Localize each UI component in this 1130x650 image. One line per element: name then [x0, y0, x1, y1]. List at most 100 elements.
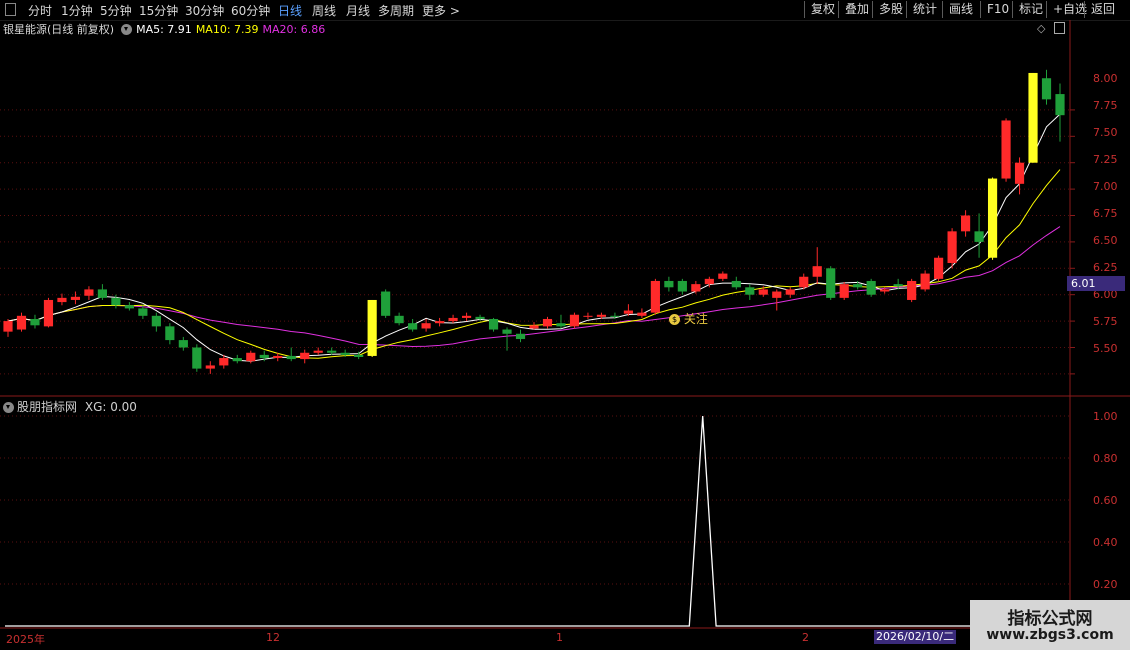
candle-body [84, 289, 94, 296]
watermark-title: 指标公式网 [1007, 609, 1093, 629]
candle-body [43, 299, 54, 327]
price-tick: 7.50 [1093, 126, 1118, 139]
candle-body [974, 231, 984, 242]
candle-body [246, 352, 256, 362]
attention-label: 关注 [683, 312, 708, 326]
candle-body [178, 340, 188, 348]
date-label: 2 [802, 631, 809, 644]
candle-body [650, 280, 660, 313]
candle-body [583, 315, 593, 317]
candle-body [556, 323, 566, 327]
current-price-tag: 6.01 [1067, 276, 1125, 291]
candle-body [259, 354, 269, 359]
candle-body [354, 354, 364, 357]
watermark-url: www.zbgs3.com [986, 627, 1114, 643]
candle-body [1014, 162, 1025, 184]
indicator-tick: 0.60 [1093, 494, 1118, 507]
indicator-lines [5, 415, 1065, 627]
candle-body [151, 315, 161, 327]
candle-body [1001, 120, 1011, 179]
indicator-dropdown-icon[interactable] [3, 402, 14, 413]
candle-body [1028, 72, 1038, 163]
candle-body [947, 231, 957, 264]
candle-body [3, 321, 13, 332]
candle-body [488, 318, 499, 330]
candle-body [367, 299, 377, 356]
candle-body [421, 323, 431, 329]
candle-body [704, 278, 714, 285]
candle-body [502, 329, 512, 334]
candle-body [596, 314, 607, 317]
candle-body [637, 312, 647, 316]
indicator-tick: 1.00 [1093, 410, 1118, 423]
indicator-tick: 0.40 [1093, 536, 1118, 549]
candle-body [57, 297, 67, 303]
candle-body [16, 315, 27, 330]
candle-body [987, 178, 998, 258]
candlestick-chart [0, 20, 1130, 645]
candle-body [461, 315, 472, 318]
candle-body [880, 289, 890, 292]
candles [3, 69, 1065, 374]
candle-body [1041, 78, 1052, 100]
candle-body [124, 305, 134, 309]
candle-body [839, 284, 849, 298]
indicator-tick: 0.20 [1093, 578, 1118, 591]
candle-body [745, 287, 755, 295]
candle-body [934, 257, 944, 279]
price-tick: 7.25 [1093, 153, 1118, 166]
candle-body [731, 280, 741, 288]
candle-body [677, 280, 687, 292]
candle-body [529, 325, 539, 329]
candle-body [853, 284, 863, 288]
candle-body [205, 365, 215, 369]
cursor-date-box: 2026/02/10/二 [874, 630, 956, 644]
candle-body [192, 347, 202, 369]
candle-body [691, 284, 701, 292]
candle-body [542, 318, 553, 327]
xg-line [5, 415, 1065, 627]
candle-body [623, 310, 633, 314]
date-label: 2025年 [6, 633, 45, 646]
indicator-header: 股朋指标网 XG: 0.00 [3, 398, 137, 415]
price-tick: 5.50 [1093, 342, 1118, 355]
attention-marker[interactable]: $ 关注 [669, 310, 708, 327]
candle-body [812, 266, 822, 277]
candle-body [515, 333, 526, 340]
candle-body [961, 215, 971, 232]
date-label: 12 [266, 631, 280, 644]
watermark: 指标公式网 www.zbgs3.com [970, 600, 1130, 650]
indicator-tick: 0.80 [1093, 452, 1118, 465]
candle-body [826, 268, 836, 298]
price-tick: 8.00 [1093, 72, 1118, 85]
candle-body [340, 352, 350, 355]
xg-value: XG: 0.00 [84, 400, 137, 414]
price-tick: 7.00 [1093, 180, 1118, 193]
candle-body [772, 291, 782, 298]
candle-body [394, 315, 404, 324]
candle-body [273, 355, 283, 359]
candle-body [30, 318, 40, 326]
date-label: 1 [556, 631, 563, 644]
candle-body [893, 284, 903, 287]
price-tick: 7.75 [1093, 99, 1118, 112]
candle-body [758, 289, 768, 295]
candle-body [610, 315, 620, 317]
candle-body [435, 321, 445, 324]
candle-body [718, 273, 728, 279]
candle-body [475, 316, 485, 319]
candle-body [569, 314, 580, 327]
price-tick: 6.75 [1093, 207, 1118, 220]
candle-body [219, 358, 229, 366]
candle-body [907, 280, 917, 300]
candle-body [300, 352, 310, 360]
candle-body [232, 358, 242, 362]
candle-body [165, 326, 175, 341]
candle-body [138, 308, 148, 316]
candle-body [866, 280, 876, 295]
candle-body [799, 276, 809, 288]
candle-body [448, 317, 458, 322]
price-tick: 6.25 [1093, 261, 1118, 274]
candle-body [381, 291, 391, 316]
candle-body [664, 280, 674, 288]
